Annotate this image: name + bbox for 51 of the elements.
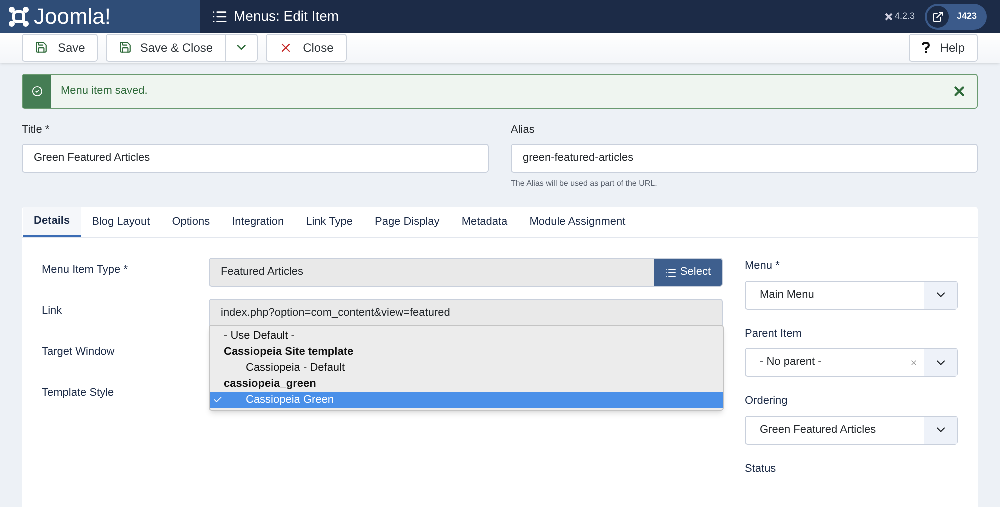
joomla-small-icon	[884, 12, 893, 20]
title-field[interactable]: Green Featured Articles	[22, 144, 489, 173]
tab[interactable]: Details	[23, 207, 82, 237]
tab[interactable]: Blog Layout	[81, 207, 162, 237]
help-text: The Alias will be used as part of the URL.	[511, 178, 658, 190]
option-group: Cassiopeia Site template	[210, 344, 723, 360]
select-field[interactable]: - No parent -	[745, 348, 958, 377]
save-button[interactable]: Save	[22, 34, 98, 62]
version-text: 4.2.3	[894, 10, 915, 23]
help-icon	[922, 42, 930, 54]
tab[interactable]: Link Type	[295, 207, 364, 237]
tab[interactable]: Page Display	[364, 207, 451, 237]
dropdown-option[interactable]: - Use Default -	[210, 328, 723, 344]
check-icon	[213, 395, 223, 405]
close-icon[interactable]	[952, 84, 967, 98]
alias-field[interactable]: green-featured-articles	[511, 144, 978, 173]
field-label: Title *	[22, 122, 51, 138]
tab[interactable]: Module Assignment	[518, 207, 637, 237]
option-group: cassiopeia_green	[210, 376, 723, 392]
type-field[interactable]: Featured Articles Select	[209, 258, 723, 287]
save-close-button[interactable]: Save & Close	[107, 34, 226, 61]
help-button[interactable]: Help	[909, 34, 978, 62]
external-link-icon	[926, 6, 949, 28]
alert-message: Menu item saved.	[61, 84, 148, 99]
list-icon	[212, 8, 228, 24]
field-label: Parent Item	[745, 326, 803, 342]
save-icon	[35, 41, 48, 54]
tab[interactable]: Options	[161, 207, 222, 237]
dropdown-option[interactable]: Cassiopeia - Default	[210, 360, 723, 376]
field-label: Alias	[511, 122, 536, 138]
field-label: Ordering	[745, 394, 789, 409]
field-label: Status	[745, 462, 778, 476]
select-field[interactable]: Green Featured Articles	[745, 416, 958, 444]
tab[interactable]: Metadata	[450, 207, 519, 237]
joomla-logo-icon	[8, 6, 30, 28]
clear-icon[interactable]	[910, 358, 918, 366]
select-field[interactable]: Main Menu	[745, 280, 958, 310]
field-label: Menu *	[745, 259, 781, 274]
logo-text: Joomla!	[34, 3, 112, 31]
field-label: Template Style	[42, 386, 116, 401]
close-button[interactable]: Close	[266, 34, 347, 62]
select-button[interactable]: Select	[654, 259, 722, 286]
link-field: index.php?option=com_content&view=featured	[209, 299, 723, 328]
save-icon	[119, 41, 132, 54]
check-circle-icon	[32, 86, 42, 96]
page-title: Menus: Edit Item	[234, 7, 340, 26]
field-label: Link	[42, 304, 64, 319]
user-menu-button[interactable]: J423	[924, 4, 987, 30]
field-label: Menu Item Type *	[42, 263, 130, 278]
field-label: Target Window	[42, 345, 116, 360]
tab[interactable]: Integration	[221, 207, 296, 237]
